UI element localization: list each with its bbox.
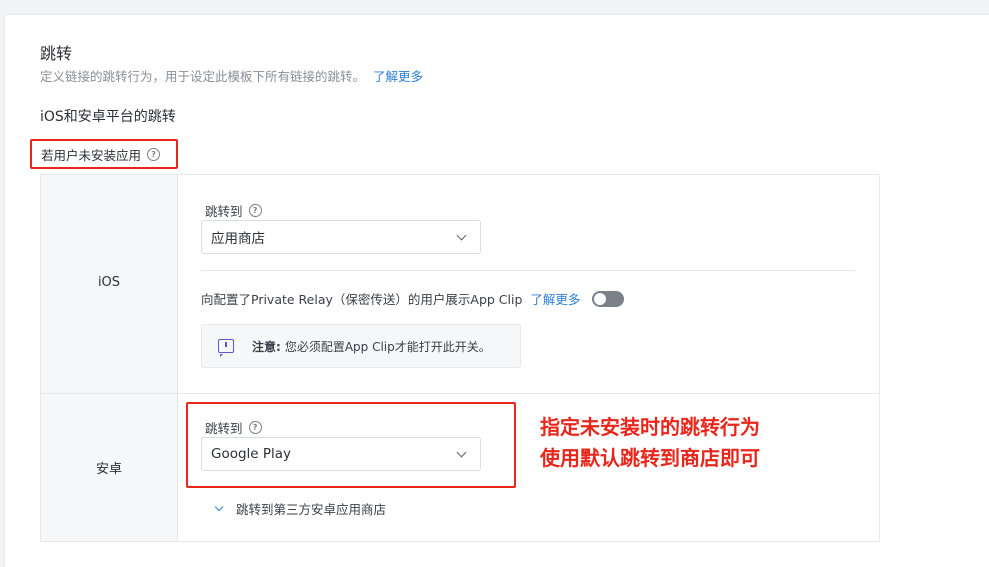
ios-label: iOS [97,275,121,290]
relay-learn-more-link[interactable]: 了解更多 [530,289,580,308]
highlight-box [186,402,516,488]
section-description-text: 定义链接的跳转行为，用于设定此模板下所有链接的跳转。 [40,69,366,84]
annotation-line-1: 指定未安装时的跳转行为 [540,415,760,439]
third-party-store-toggle[interactable]: 跳转到第三方安卓应用商店 [214,499,387,518]
question-circle-icon[interactable]: ? [147,147,161,161]
question-circle-icon[interactable]: ? [248,204,262,217]
private-relay-row: 向配置了Private Relay（保密传送）的用户展示App Clip 了解更… [201,289,625,308]
ios-redirect-select[interactable]: 应用商店 [201,220,481,254]
toggle-knob [594,292,607,305]
notice-label: 注意: [252,339,281,354]
ios-redirect-value: 应用商店 [211,231,265,247]
row-divider [41,393,879,394]
app-clip-notice: 注意: 您必须配置App Clip才能打开此开关。 [201,324,521,368]
notice-text: 您必须配置App Clip才能打开此开关。 [284,339,491,354]
if-not-installed-label: 若用户未安装应用 ? [30,139,178,169]
android-label: 安卓 [95,462,122,477]
platforms-title: iOS和安卓平台的跳转 [40,109,176,125]
app-clip-toggle[interactable] [592,290,625,307]
annotation-text: 指定未安装时的跳转行为 使用默认跳转到商店即可 [540,412,760,474]
learn-more-link[interactable]: 了解更多 [373,69,423,84]
platform-column [41,175,178,541]
third-party-store-text: 跳转到第三方安卓应用商店 [236,502,387,517]
divider [201,270,855,271]
if-not-installed-text: 若用户未安装应用 [41,147,142,163]
ios-redirect-label: 跳转到 ? [205,201,262,220]
chevron-down-icon [214,502,224,512]
annotation-line-2: 使用默认跳转到商店即可 [540,446,760,470]
section-description: 定义链接的跳转行为，用于设定此模板下所有链接的跳转。 了解更多 [40,66,423,85]
ios-redirect-label-text: 跳转到 [205,204,243,219]
chevron-down-icon [456,230,467,241]
section-title: 跳转 [40,44,73,63]
private-relay-text: 向配置了Private Relay（保密传送）的用户展示App Clip [201,292,523,307]
message-alert-icon [218,339,234,357]
